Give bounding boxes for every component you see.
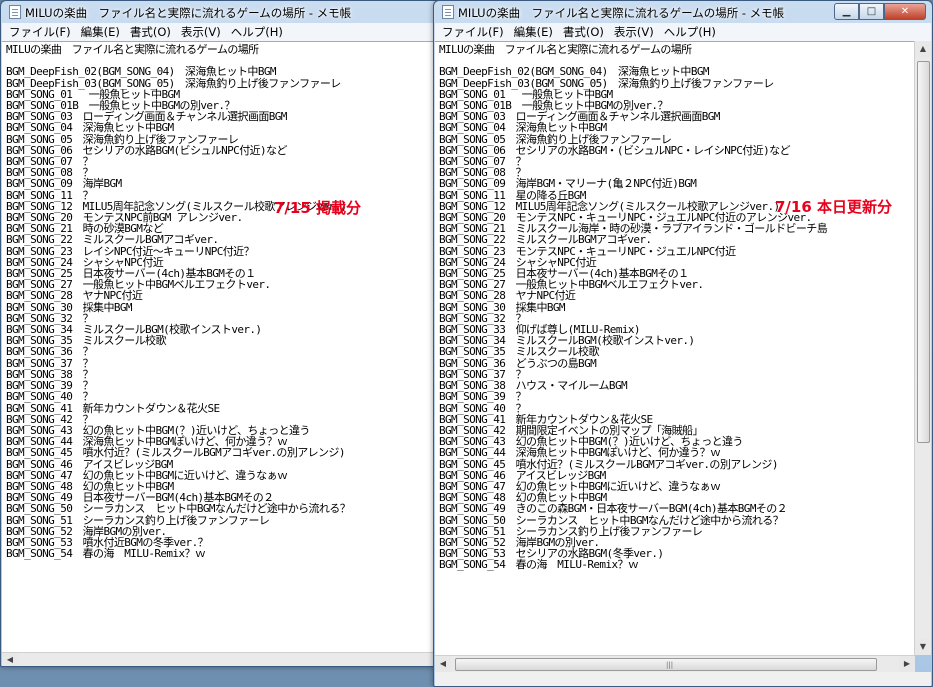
menu-view[interactable]: 表示(V) bbox=[176, 24, 226, 40]
close-icon[interactable]: ✕ bbox=[884, 3, 926, 20]
scroll-down-icon[interactable]: ▼ bbox=[915, 639, 931, 655]
notepad-icon bbox=[442, 5, 454, 19]
document-text[interactable]: MILUの楽曲 ファイル名と実際に流れるゲームの場所 BGM_DeepFish_… bbox=[435, 42, 915, 571]
vertical-scroll-thumb[interactable] bbox=[917, 61, 930, 443]
caption-buttons: ▁ □ ✕ bbox=[834, 3, 926, 21]
text-editor[interactable]: MILUの楽曲 ファイル名と実際に流れるゲームの場所 BGM_DeepFish_… bbox=[2, 41, 446, 653]
window-title: MILUの楽曲 ファイル名と実際に流れるゲームの場所 - メモ帳 bbox=[458, 6, 785, 20]
title-bar[interactable]: MILUの楽曲 ファイル名と実際に流れるゲームの場所 - メモ帳 ▁ □ ✕ bbox=[434, 1, 932, 23]
status-bar bbox=[435, 672, 931, 686]
notepad-window-0715[interactable]: MILUの楽曲 ファイル名と実際に流れるゲームの場所 - メモ帳 ファイル(F)… bbox=[0, 0, 448, 667]
window-title: MILUの楽曲 ファイル名と実際に流れるゲームの場所 - メモ帳 bbox=[25, 6, 352, 20]
horizontal-scrollbar[interactable]: ◀ ||| ▶ bbox=[435, 655, 915, 672]
date-note: 7/16 本日更新分 bbox=[775, 198, 893, 216]
notepad-icon bbox=[9, 5, 21, 19]
menu-bar: ファイル(F) 編集(E) 書式(O) 表示(V) ヘルプ(H) bbox=[2, 23, 446, 41]
minimize-icon[interactable]: ▁ bbox=[834, 3, 859, 20]
menu-file[interactable]: ファイル(F) bbox=[437, 24, 509, 40]
scroll-right-icon[interactable]: ▶ bbox=[899, 656, 915, 672]
horizontal-scrollbar[interactable]: ◀ bbox=[2, 652, 446, 666]
maximize-icon[interactable]: □ bbox=[859, 3, 884, 20]
scroll-left-icon[interactable]: ◀ bbox=[435, 656, 451, 672]
scroll-left-icon[interactable]: ◀ bbox=[2, 653, 18, 666]
scroll-up-icon[interactable]: ▲ bbox=[915, 41, 931, 57]
vertical-scrollbar[interactable]: ▲ ▼ bbox=[914, 41, 931, 655]
menu-format[interactable]: 書式(O) bbox=[125, 24, 176, 40]
menu-bar: ファイル(F) 編集(E) 書式(O) 表示(V) ヘルプ(H) bbox=[435, 23, 931, 41]
grip-icon: ||| bbox=[666, 661, 674, 669]
menu-help[interactable]: ヘルプ(H) bbox=[659, 24, 721, 40]
horizontal-scroll-thumb[interactable]: ||| bbox=[455, 658, 877, 671]
menu-file[interactable]: ファイル(F) bbox=[4, 24, 76, 40]
menu-help[interactable]: ヘルプ(H) bbox=[226, 24, 288, 40]
menu-edit[interactable]: 編集(E) bbox=[76, 24, 125, 40]
menu-view[interactable]: 表示(V) bbox=[609, 24, 659, 40]
menu-edit[interactable]: 編集(E) bbox=[509, 24, 558, 40]
menu-format[interactable]: 書式(O) bbox=[558, 24, 609, 40]
date-note: 7/15 掲載分 bbox=[274, 199, 362, 217]
notepad-window-0716[interactable]: MILUの楽曲 ファイル名と実際に流れるゲームの場所 - メモ帳 ▁ □ ✕ フ… bbox=[433, 0, 933, 687]
document-text[interactable]: MILUの楽曲 ファイル名と実際に流れるゲームの場所 BGM_DeepFish_… bbox=[2, 42, 446, 559]
text-editor[interactable]: MILUの楽曲 ファイル名と実際に流れるゲームの場所 BGM_DeepFish_… bbox=[435, 41, 915, 655]
title-bar[interactable]: MILUの楽曲 ファイル名と実際に流れるゲームの場所 - メモ帳 bbox=[1, 1, 447, 23]
